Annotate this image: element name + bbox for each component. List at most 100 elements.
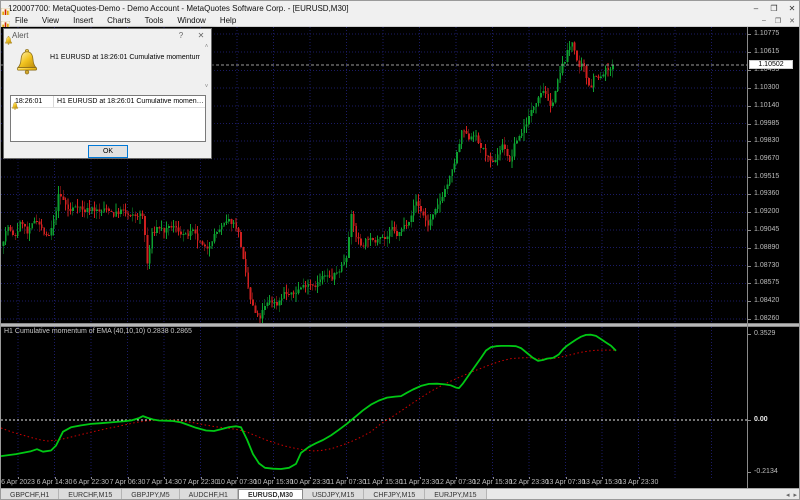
ok-button[interactable]: OK <box>88 145 128 158</box>
chart-tab-eurjpy-m15[interactable]: EURJPY,M15 <box>425 489 487 499</box>
price-tick <box>748 247 751 249</box>
chart-tab-eurchf-m15[interactable]: EURCHF,M15 <box>59 489 123 499</box>
price-axis[interactable]: 1.10775 1.10615 1.10455 1.10300 1.10140 1.099… <box>747 27 799 488</box>
chart-tab-usdjpy-m15[interactable]: USDJPY,M15 <box>303 489 365 499</box>
price-axis-label: 1.10300 <box>754 83 780 91</box>
price-axis-label: 1.09985 <box>754 119 780 127</box>
current-price-label: 1.10502 <box>749 59 793 69</box>
price-tick <box>748 105 751 107</box>
time-axis-label: 13 Apr 15:30 <box>582 479 622 486</box>
alert-dialog-title: Alert <box>12 31 29 40</box>
price-tick <box>748 265 751 267</box>
time-axis-label: 12 Apr 15:30 <box>472 479 513 486</box>
scroll-up-icon[interactable]: ˄ <box>205 44 209 50</box>
time-axis[interactable]: 6 Apr 2023 6 Apr 14:30 6 Apr 22:30 7 Apr 06… <box>1 477 747 488</box>
time-axis-label: 13 Apr 23:30 <box>618 479 659 486</box>
time-axis-label: 10 Apr 07:30 <box>217 479 257 486</box>
price-tick <box>748 300 751 302</box>
dialog-close-button[interactable]: ✕ <box>191 31 211 40</box>
indicator-axis-label: 0.00 <box>754 416 768 423</box>
menu-item-help[interactable]: Help <box>213 15 243 27</box>
alert-time: 18:26:01 <box>15 96 54 107</box>
time-axis-label: 6 Apr 2023 <box>1 479 35 486</box>
price-axis-label: 1.10140 <box>754 101 780 109</box>
time-axis-label: 10 Apr 23:30 <box>290 479 330 486</box>
price-tick <box>748 34 751 35</box>
price-tick <box>748 141 751 143</box>
price-axis-label: 1.08575 <box>754 279 780 287</box>
price-axis-label: 1.09670 <box>754 155 780 163</box>
price-axis-label: 1.10615 <box>754 48 780 56</box>
time-axis-label: 12 Apr 07:30 <box>436 479 476 486</box>
chart-tab-chfjpy-m15[interactable]: CHFJPY,M15 <box>364 489 426 499</box>
menu-item-file[interactable]: File <box>8 15 35 27</box>
price-tick <box>748 230 751 232</box>
minimize-button[interactable]: – <box>747 4 765 13</box>
window-title: 120007700: MetaQuotes-Demo - Demo Accoun… <box>8 3 349 13</box>
metatrader-window: 120007700: MetaQuotes-Demo - Demo Accoun… <box>0 0 800 500</box>
time-axis-label: 11 Apr 07:30 <box>326 479 367 486</box>
menu-item-insert[interactable]: Insert <box>66 15 100 27</box>
indicator-label: H1 Cumulative momentum of EMA (40,10,10)… <box>4 328 192 335</box>
price-tick <box>748 87 751 89</box>
price-axis-label: 1.10775 <box>754 30 780 37</box>
menu-item-view[interactable]: View <box>35 15 66 27</box>
indicator-axis-label: 0.3529 <box>754 329 776 337</box>
time-axis-label: 7 Apr 22:30 <box>182 479 219 486</box>
indicator-tick <box>748 472 751 473</box>
message-scrollbar: ˄ ˅ <box>202 44 211 90</box>
alert-list-item[interactable]: 18:26:01 H1 EURUSD at 18:26:01 Cumulative… <box>11 96 205 108</box>
chart-tab-audchf-h1[interactable]: AUDCHF,H1 <box>179 489 238 499</box>
time-axis-label: 10 Apr 15:30 <box>253 479 294 486</box>
scroll-down-icon[interactable]: ˅ <box>205 84 209 90</box>
price-axis-label: 1.08730 <box>754 261 780 269</box>
price-axis-label: 1.08890 <box>754 243 780 251</box>
chart-tab-gbpchf-h1[interactable]: GBPCHF,H1 <box>1 489 60 499</box>
child-minimize-button[interactable]: – <box>757 17 771 24</box>
price-tick <box>748 212 751 214</box>
indicator-tick <box>748 333 751 335</box>
time-axis-label: 6 Apr 22:30 <box>73 479 109 486</box>
indicator-tick <box>748 420 751 421</box>
child-restore-button[interactable]: ❐ <box>771 17 785 25</box>
chart-tab-bar: GBPCHF,H1 EURCHF,M15 GBPJPY,M5 AUDCHF,H1 EUR… <box>1 488 799 499</box>
chart-tab-eurusd-m30[interactable]: EURUSD,M30 <box>237 489 304 499</box>
menu-bar: File View Insert Charts Tools Window Help – ❐ … <box>1 15 799 27</box>
price-tick <box>748 194 751 196</box>
alert-list[interactable]: 18:26:01 H1 EURUSD at 18:26:01 Cumulative… <box>10 95 206 142</box>
time-axis-label: 7 Apr 14:30 <box>146 479 182 486</box>
alert-dialog: Alert ? ✕ H1 EURUSD at 18:26:01 Cumulati… <box>3 28 212 159</box>
indicator-axis-label: -0.2134 <box>754 468 778 475</box>
time-axis-label: 7 Apr 06:30 <box>109 479 146 486</box>
price-axis-label: 1.09200 <box>754 208 780 216</box>
alert-message: H1 EURUSD at 18:26:01 Cumulative momentu… <box>50 54 200 61</box>
time-axis-label: 13 Apr 07:30 <box>545 479 586 486</box>
alert-dialog-titlebar[interactable]: Alert ? ✕ <box>4 29 211 42</box>
child-close-button[interactable]: ✕ <box>785 17 799 25</box>
tab-scroll-right-icon[interactable]: ▸ <box>793 491 797 499</box>
price-tick <box>748 123 751 125</box>
price-axis-label: 1.09515 <box>754 172 780 180</box>
time-axis-label: 11 Apr 23:30 <box>399 479 440 486</box>
menu-item-tools[interactable]: Tools <box>138 15 171 27</box>
chart-tab-gbpjpy-m5[interactable]: GBPJPY,M5 <box>122 489 180 499</box>
menu-item-window[interactable]: Window <box>170 15 212 27</box>
time-axis-label: 6 Apr 14:30 <box>36 479 73 486</box>
restore-button[interactable]: ❐ <box>765 4 783 13</box>
price-tick <box>748 52 751 54</box>
menu-item-charts[interactable]: Charts <box>100 15 138 27</box>
close-button[interactable]: ✕ <box>783 4 799 13</box>
indicator-chart[interactable] <box>1 327 747 478</box>
price-tick <box>748 283 751 285</box>
price-axis-label: 1.08260 <box>754 315 780 322</box>
time-axis-label: 11 Apr 15:30 <box>363 479 403 486</box>
title-bar: 120007700: MetaQuotes-Demo - Demo Accoun… <box>1 1 799 15</box>
price-tick <box>748 70 751 72</box>
price-tick <box>748 319 751 320</box>
time-axis-label: 12 Apr 23:30 <box>509 479 549 486</box>
price-axis-label: 1.09360 <box>754 190 780 198</box>
price-axis-label: 1.09830 <box>754 137 780 145</box>
tab-scroll-left-icon[interactable]: ◂ <box>786 491 790 499</box>
help-button[interactable]: ? <box>171 31 191 40</box>
price-axis-label: 1.08420 <box>754 296 780 304</box>
